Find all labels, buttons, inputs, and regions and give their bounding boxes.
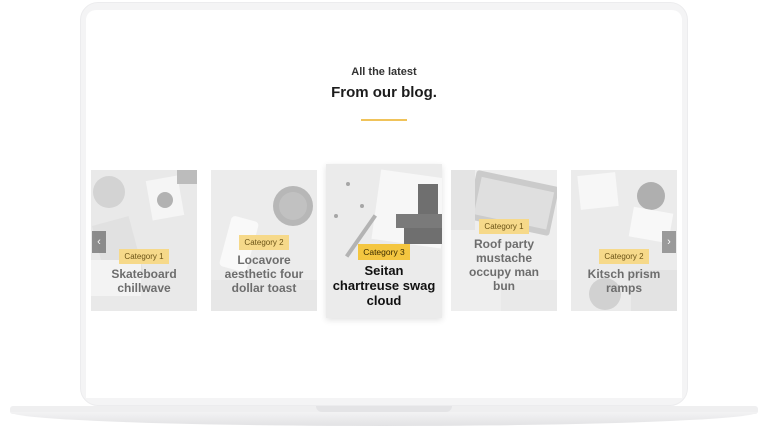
category-badge[interactable]: Category 2 xyxy=(239,235,289,250)
post-title[interactable]: Seitan chartreuse swag cloud xyxy=(326,263,442,308)
card-content: Category 1 Roof party mustache occupy ma… xyxy=(451,216,557,293)
card-content: Category 3 Seitan chartreuse swag cloud xyxy=(326,242,442,308)
laptop-notch xyxy=(316,406,452,412)
blog-card-4[interactable]: Category 1 Roof party mustache occupy ma… xyxy=(451,170,557,311)
blog-card-2[interactable]: Category 2 Locavore aesthetic four dolla… xyxy=(211,170,317,311)
category-badge[interactable]: Category 3 xyxy=(358,244,410,260)
post-title[interactable]: Skateboard chillwave xyxy=(91,267,197,295)
chevron-left-icon[interactable]: ‹ xyxy=(92,231,106,253)
category-badge[interactable]: Category 2 xyxy=(599,249,649,264)
post-title[interactable]: Locavore aesthetic four dollar toast xyxy=(211,253,317,295)
blog-card-3-active[interactable]: Category 3 Seitan chartreuse swag cloud xyxy=(326,164,442,318)
category-badge[interactable]: Category 1 xyxy=(479,219,529,234)
heading-divider xyxy=(361,119,407,121)
card-content: Category 2 Kitsch prism ramps xyxy=(571,246,677,295)
post-title[interactable]: Roof party mustache occupy man bun xyxy=(451,237,557,293)
chevron-right-icon[interactable]: › xyxy=(662,231,676,253)
category-badge[interactable]: Category 1 xyxy=(119,249,169,264)
card-content: Category 1 Skateboard chillwave xyxy=(91,246,197,295)
laptop-screen: All the latest From our blog. Category 1… xyxy=(86,10,682,398)
blog-card-1[interactable]: Category 1 Skateboard chillwave xyxy=(91,170,197,311)
section-heading: From our blog. xyxy=(331,84,437,101)
post-title[interactable]: Kitsch prism ramps xyxy=(571,267,677,295)
card-content: Category 2 Locavore aesthetic four dolla… xyxy=(211,232,317,295)
laptop-base xyxy=(10,412,758,426)
section-eyebrow: All the latest xyxy=(351,66,417,78)
